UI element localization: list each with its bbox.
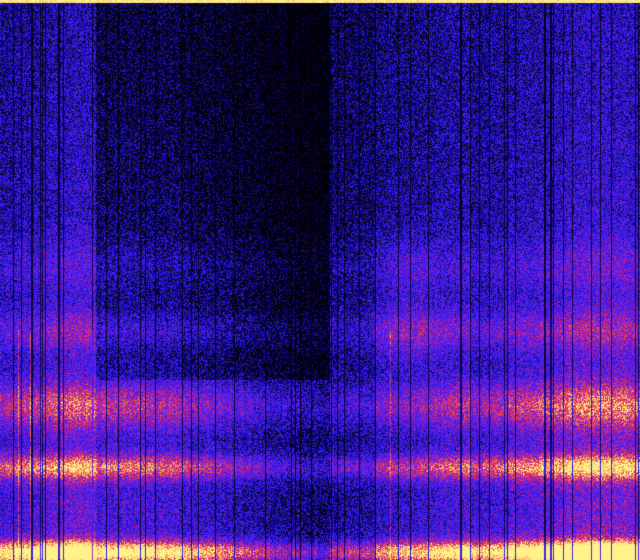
spectrogram-view (0, 0, 640, 560)
spectrogram-image (0, 0, 640, 560)
